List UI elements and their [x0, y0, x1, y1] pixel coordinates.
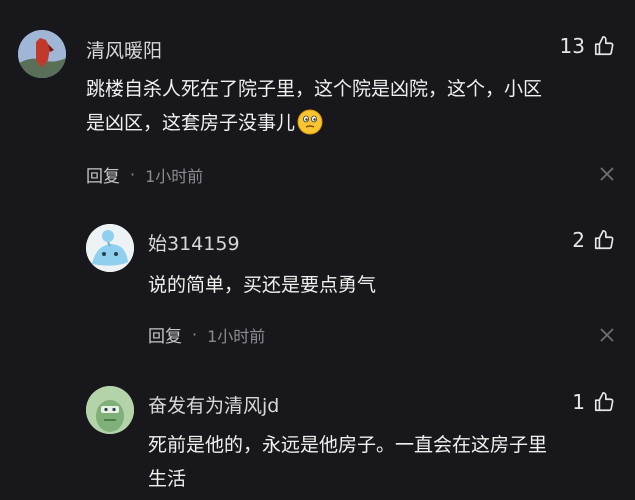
comment-text: 死前是他的，永远是他房子。一直会在这房子里 生活	[148, 428, 618, 496]
comment-line-2: 是凶区，这套房子没事儿	[86, 106, 586, 140]
comment-line: 跳楼自杀人死在了院子里，这个院是凶院，这个，小区	[86, 78, 543, 100]
thinking-face-icon	[297, 109, 323, 135]
like-button[interactable]: 13	[560, 34, 615, 58]
thumbs-up-icon	[594, 230, 614, 250]
avatar[interactable]	[86, 224, 134, 272]
username[interactable]: 始314159	[148, 229, 240, 256]
reply-button[interactable]: 回复	[86, 162, 120, 187]
comment-meta: 回复 · 1小时前	[148, 322, 265, 347]
separator-dot: ·	[192, 325, 198, 344]
avatar[interactable]	[18, 30, 66, 78]
comment-line: 说的简单，买还是要点勇气	[148, 274, 377, 296]
like-count: 2	[572, 228, 585, 252]
separator-dot: ·	[130, 165, 136, 184]
thumbs-up-icon	[594, 36, 614, 56]
username[interactable]: 清风暖阳	[86, 36, 162, 63]
close-icon[interactable]	[599, 327, 615, 343]
thumbs-up-icon	[594, 392, 614, 412]
comment-line: 死前是他的，永远是他房子。一直会在这房子里	[148, 434, 548, 456]
comment-meta: 回复 · 1小时前	[86, 162, 203, 187]
timestamp: 1小时前	[145, 166, 204, 186]
timestamp: 1小时前	[207, 326, 266, 346]
like-count: 1	[572, 390, 585, 414]
like-count: 13	[559, 34, 585, 58]
comment-text: 说的简单，买还是要点勇气	[148, 268, 376, 302]
reply-button[interactable]: 回复	[148, 322, 182, 347]
comment-line-2: 生活	[148, 468, 187, 490]
username[interactable]: 奋发有为清风jd	[148, 391, 279, 418]
like-button[interactable]: 2	[572, 228, 615, 252]
avatar[interactable]	[86, 386, 134, 434]
like-button[interactable]: 1	[572, 390, 615, 414]
close-icon[interactable]	[599, 166, 615, 182]
comment-text: 跳楼自杀人死在了院子里，这个院是凶院，这个，小区 是凶区，这套房子没事儿	[86, 72, 586, 140]
